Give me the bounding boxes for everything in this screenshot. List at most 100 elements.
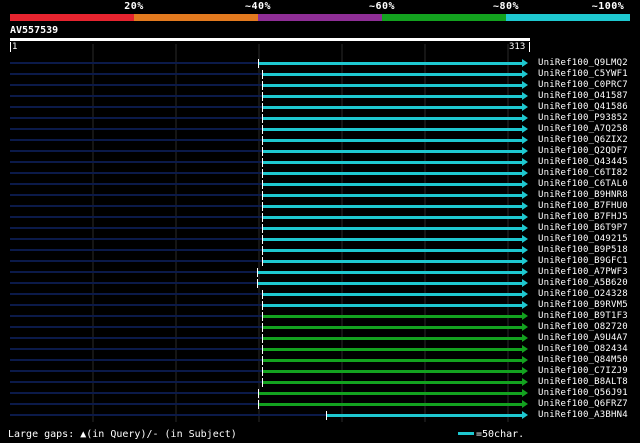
hit-label[interactable]: UniRef100_B9GFC1 <box>538 256 628 266</box>
hit-row[interactable]: UniRef100_B6T9P7 <box>0 223 640 234</box>
hit-row[interactable]: UniRef100_O41587 <box>0 91 640 102</box>
hit-alignment-bar[interactable] <box>263 381 522 384</box>
hit-alignment-bar[interactable] <box>263 95 522 98</box>
hit-alignment-bar[interactable] <box>259 392 522 395</box>
hit-label[interactable]: UniRef100_B9RVM5 <box>538 300 628 310</box>
hit-label[interactable]: UniRef100_Q41586 <box>538 102 628 112</box>
hit-alignment-bar[interactable] <box>263 326 522 329</box>
hit-label[interactable]: UniRef100_Q9LMQ2 <box>538 58 628 68</box>
hit-alignment-bar[interactable] <box>258 271 522 274</box>
hit-alignment-bar[interactable] <box>263 238 522 241</box>
hit-row[interactable]: UniRef100_Q9LMQ2 <box>0 58 640 69</box>
hit-row[interactable]: UniRef100_C6TAL0 <box>0 179 640 190</box>
hit-label[interactable]: UniRef100_B6T9P7 <box>538 223 628 233</box>
hit-row[interactable]: UniRef100_Q56J91 <box>0 388 640 399</box>
hit-alignment-bar[interactable] <box>327 414 522 417</box>
hit-row[interactable]: UniRef100_Q41586 <box>0 102 640 113</box>
hit-label[interactable]: UniRef100_O82720 <box>538 322 628 332</box>
hit-row[interactable]: UniRef100_B7FHJ5 <box>0 212 640 223</box>
hit-alignment-bar[interactable] <box>263 150 522 153</box>
hit-label[interactable]: UniRef100_Q6ZIX2 <box>538 135 628 145</box>
hit-label[interactable]: UniRef100_C7IZJ9 <box>538 366 628 376</box>
hit-row[interactable]: UniRef100_A9U4A7 <box>0 333 640 344</box>
hit-row[interactable]: UniRef100_O82720 <box>0 322 640 333</box>
hit-label[interactable]: UniRef100_A3BHN4 <box>538 410 628 420</box>
hit-label[interactable]: UniRef100_O49215 <box>538 234 628 244</box>
hit-row[interactable]: UniRef100_C7IZJ9 <box>0 366 640 377</box>
hit-label[interactable]: UniRef100_O82434 <box>538 344 628 354</box>
hit-row[interactable]: UniRef100_A7Q258 <box>0 124 640 135</box>
hit-label[interactable]: UniRef100_Q56J91 <box>538 388 628 398</box>
hit-row[interactable]: UniRef100_B9GFC1 <box>0 256 640 267</box>
hit-alignment-bar[interactable] <box>263 337 522 340</box>
hit-alignment-bar[interactable] <box>259 62 522 65</box>
hit-alignment-bar[interactable] <box>263 73 522 76</box>
hit-row[interactable]: UniRef100_P93852 <box>0 113 640 124</box>
hit-row[interactable]: UniRef100_B7FHU0 <box>0 201 640 212</box>
hit-label[interactable]: UniRef100_B7FHJ5 <box>538 212 628 222</box>
hit-alignment-bar[interactable] <box>263 183 522 186</box>
hit-label[interactable]: UniRef100_P93852 <box>538 113 628 123</box>
hit-label[interactable]: UniRef100_B7FHU0 <box>538 201 628 211</box>
hit-label[interactable]: UniRef100_C6TAL0 <box>538 179 628 189</box>
hit-alignment-bar[interactable] <box>263 249 522 252</box>
hit-row[interactable]: UniRef100_C6TI82 <box>0 168 640 179</box>
hit-label[interactable]: UniRef100_O41587 <box>538 91 628 101</box>
hit-row[interactable]: UniRef100_Q84M50 <box>0 355 640 366</box>
hit-alignment-bar[interactable] <box>263 161 522 164</box>
hit-row[interactable]: UniRef100_B9RVM5 <box>0 300 640 311</box>
hit-label[interactable]: UniRef100_Q43445 <box>538 157 628 167</box>
hit-row[interactable]: UniRef100_Q6ZIX2 <box>0 135 640 146</box>
hit-row[interactable]: UniRef100_O82434 <box>0 344 640 355</box>
hit-label[interactable]: UniRef100_Q84M50 <box>538 355 628 365</box>
hit-label[interactable]: UniRef100_B9HNR8 <box>538 190 628 200</box>
hit-alignment-bar[interactable] <box>259 403 522 406</box>
hit-row[interactable]: UniRef100_B8ALT8 <box>0 377 640 388</box>
hit-row[interactable]: UniRef100_O24328 <box>0 289 640 300</box>
hit-label[interactable]: UniRef100_A5B620 <box>538 278 628 288</box>
hit-alignment-bar[interactable] <box>258 282 522 285</box>
hit-alignment-bar[interactable] <box>263 139 522 142</box>
hit-label[interactable]: UniRef100_O24328 <box>538 289 628 299</box>
large-gaps-legend: Large gaps: ▲(in Query)/- (in Subject) <box>8 429 237 440</box>
hit-row[interactable]: UniRef100_C5YWF1 <box>0 69 640 80</box>
hit-label[interactable]: UniRef100_B8ALT8 <box>538 377 628 387</box>
hit-row[interactable]: UniRef100_Q2QDF7 <box>0 146 640 157</box>
hit-label[interactable]: UniRef100_A9U4A7 <box>538 333 628 343</box>
hit-alignment-bar[interactable] <box>263 172 522 175</box>
hit-row[interactable]: UniRef100_C0PRC7 <box>0 80 640 91</box>
hit-alignment-bar[interactable] <box>263 106 522 109</box>
hit-row[interactable]: UniRef100_B9P518 <box>0 245 640 256</box>
hit-alignment-bar[interactable] <box>263 84 522 87</box>
hit-alignment-bar[interactable] <box>263 293 522 296</box>
hit-alignment-bar[interactable] <box>263 216 522 219</box>
hit-alignment-bar[interactable] <box>263 370 522 373</box>
hit-alignment-bar[interactable] <box>263 117 522 120</box>
hit-label[interactable]: UniRef100_A7PWF3 <box>538 267 628 277</box>
hit-label[interactable]: UniRef100_C0PRC7 <box>538 80 628 90</box>
hit-alignment-bar[interactable] <box>263 260 522 263</box>
hit-row[interactable]: UniRef100_A7PWF3 <box>0 267 640 278</box>
hit-label[interactable]: UniRef100_B9P518 <box>538 245 628 255</box>
hit-label[interactable]: UniRef100_C6TI82 <box>538 168 628 178</box>
hit-row[interactable]: UniRef100_Q43445 <box>0 157 640 168</box>
hit-row[interactable]: UniRef100_B9T1F3 <box>0 311 640 322</box>
hit-alignment-bar[interactable] <box>263 227 522 230</box>
hit-alignment-bar[interactable] <box>263 205 522 208</box>
hit-alignment-bar[interactable] <box>263 194 522 197</box>
hit-alignment-bar[interactable] <box>263 359 522 362</box>
hit-alignment-bar[interactable] <box>263 128 522 131</box>
hit-alignment-bar[interactable] <box>263 315 522 318</box>
hit-label[interactable]: UniRef100_B9T1F3 <box>538 311 628 321</box>
hit-row[interactable]: UniRef100_Q6FRZ7 <box>0 399 640 410</box>
hit-label[interactable]: UniRef100_C5YWF1 <box>538 69 628 79</box>
hit-label[interactable]: UniRef100_Q2QDF7 <box>538 146 628 156</box>
hit-row[interactable]: UniRef100_A3BHN4 <box>0 410 640 421</box>
hit-alignment-bar[interactable] <box>263 348 522 351</box>
hit-row[interactable]: UniRef100_A5B620 <box>0 278 640 289</box>
hit-row[interactable]: UniRef100_B9HNR8 <box>0 190 640 201</box>
hit-row[interactable]: UniRef100_O49215 <box>0 234 640 245</box>
hit-label[interactable]: UniRef100_A7Q258 <box>538 124 628 134</box>
hit-label[interactable]: UniRef100_Q6FRZ7 <box>538 399 628 409</box>
hit-alignment-bar[interactable] <box>263 304 522 307</box>
